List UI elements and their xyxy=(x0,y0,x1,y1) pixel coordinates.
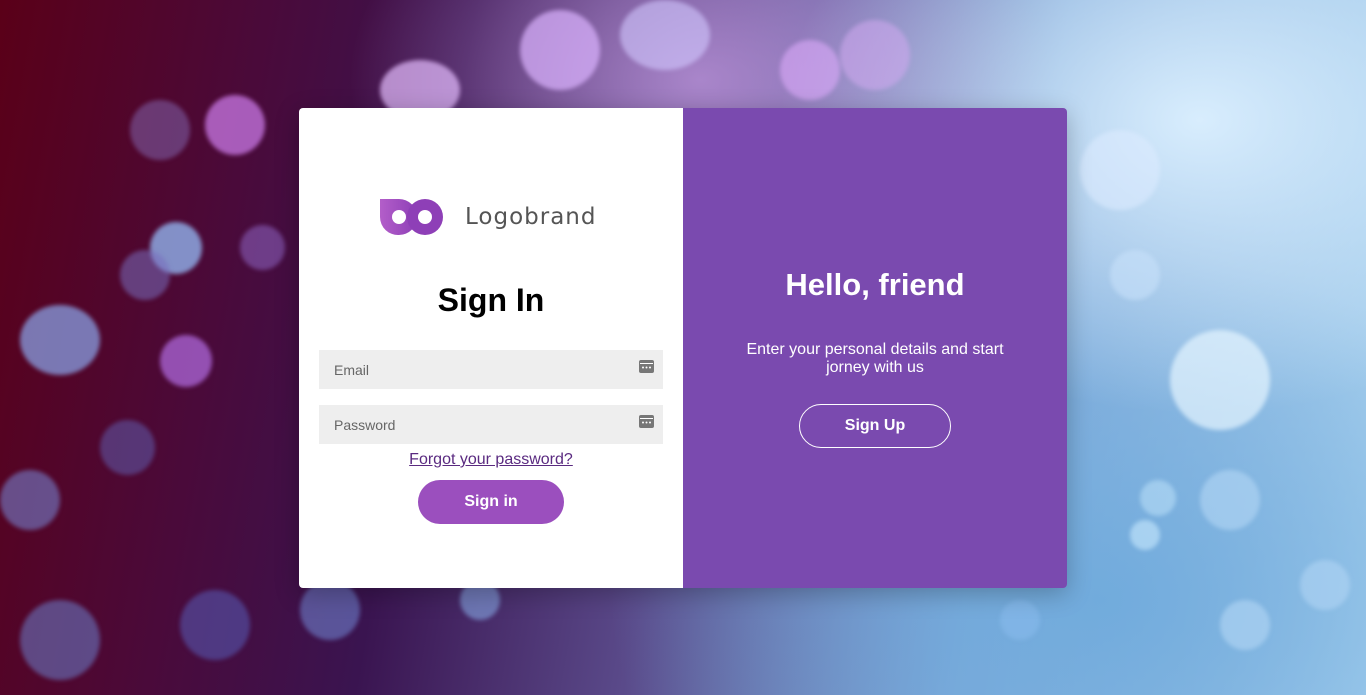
auth-card: Logobrand Sign In Forgot your p xyxy=(299,108,1067,588)
email-input[interactable] xyxy=(319,350,663,389)
password-field-wrapper xyxy=(319,405,663,444)
signin-panel: Logobrand Sign In Forgot your p xyxy=(299,108,683,588)
bokeh-light xyxy=(1170,330,1270,430)
bokeh-light xyxy=(100,420,155,475)
password-manager-key-icon[interactable] xyxy=(639,360,654,373)
bokeh-light xyxy=(1080,130,1160,210)
bokeh-light xyxy=(520,10,600,90)
bokeh-light xyxy=(240,225,285,270)
bokeh-light xyxy=(1300,560,1350,610)
email-field-wrapper xyxy=(319,350,663,389)
bokeh-light xyxy=(1140,480,1176,516)
password-manager-key-icon[interactable] xyxy=(639,415,654,428)
bokeh-light xyxy=(1110,250,1160,300)
password-input[interactable] xyxy=(319,405,663,444)
bokeh-light xyxy=(620,0,710,70)
bokeh-light xyxy=(840,20,910,90)
bokeh-light xyxy=(20,305,100,375)
forgot-password-link[interactable]: Forgot your password? xyxy=(299,451,683,469)
welcome-text: Enter your personal details and start jo… xyxy=(746,341,1004,376)
bokeh-light xyxy=(160,335,212,387)
signin-title: Sign In xyxy=(437,282,545,318)
bokeh-light xyxy=(0,470,60,530)
bokeh-light xyxy=(1000,600,1040,640)
bokeh-light xyxy=(180,590,250,660)
brand-name: Logobrand xyxy=(465,204,597,230)
signin-button[interactable]: Sign in xyxy=(418,480,564,524)
bokeh-light xyxy=(130,100,190,160)
signup-button[interactable]: Sign Up xyxy=(799,404,951,448)
infinity-logo-icon xyxy=(379,199,443,236)
bokeh-light xyxy=(205,95,265,155)
brand-logo: Logobrand xyxy=(379,198,596,236)
signup-panel: Hello, friend Enter your personal detail… xyxy=(683,108,1067,588)
bokeh-light xyxy=(120,250,170,300)
bokeh-light xyxy=(780,40,840,100)
bokeh-light xyxy=(300,580,360,640)
welcome-title: Hello, friend xyxy=(785,267,965,302)
bokeh-light xyxy=(1130,520,1160,550)
bokeh-light xyxy=(20,600,100,680)
bokeh-light xyxy=(1200,470,1260,530)
bokeh-light xyxy=(1220,600,1270,650)
